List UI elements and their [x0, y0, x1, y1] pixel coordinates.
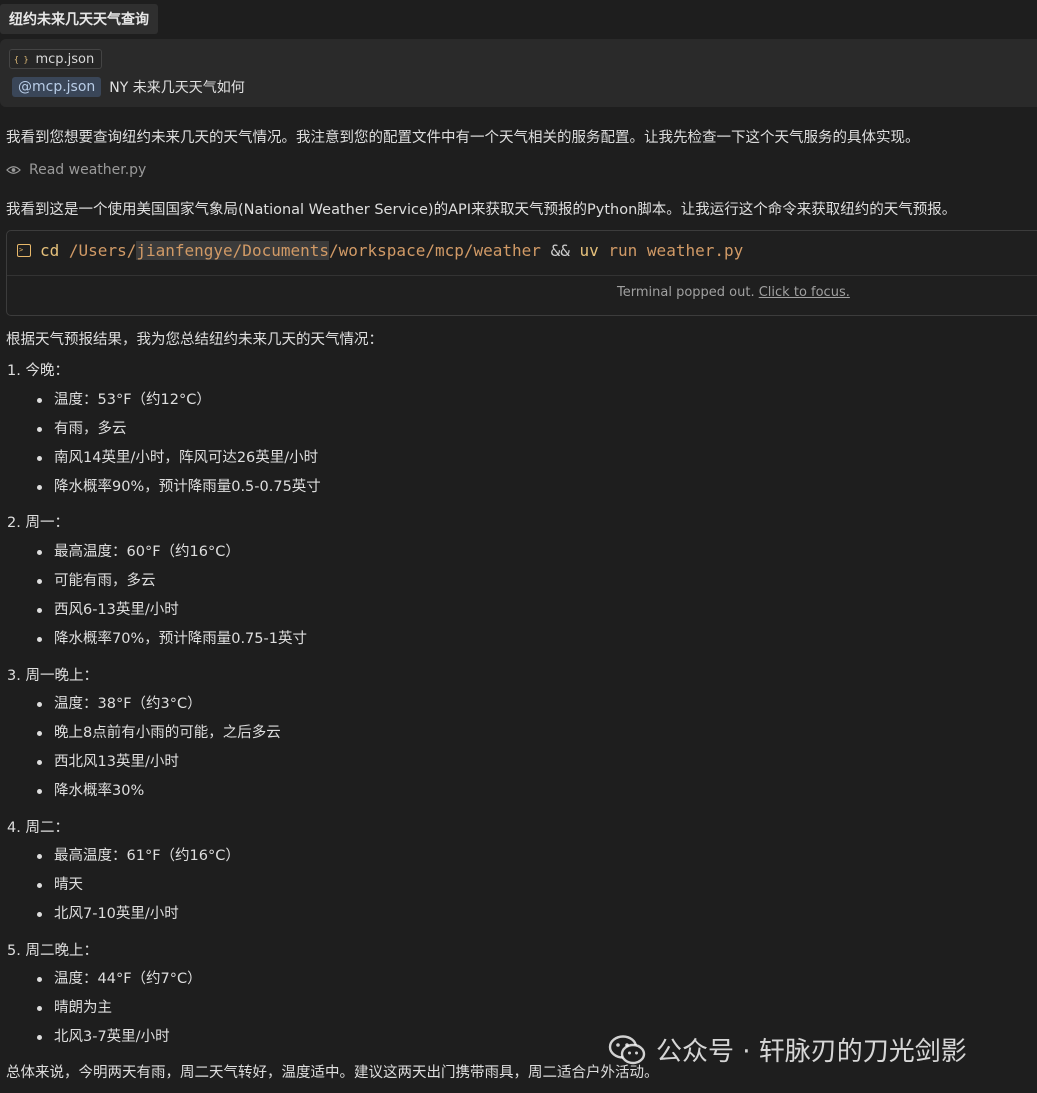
list-item: 温度：44°F（约7°C）	[30, 970, 202, 999]
list-item: 降水概率30%	[30, 782, 281, 811]
chat-tab-title[interactable]: 纽约未来几天天气查询	[0, 4, 158, 34]
list-item: 有雨，多云	[30, 420, 321, 449]
section-title: 4. 周二：	[7, 820, 69, 836]
section-title: 3. 周一晚上：	[7, 668, 98, 684]
user-query: NY 未来几天天气如何	[109, 80, 245, 96]
section-title: 1. 今晚：	[7, 363, 69, 379]
tool-read-label: Read weather.py	[29, 162, 147, 178]
cmd-file: weather.py	[646, 241, 744, 260]
conclusion: 总体来说，今明两天有雨，周二天气转好，温度适中。建议这两天出门携带雨具，周二适合…	[6, 1065, 659, 1081]
terminal-divider	[7, 275, 1037, 276]
terminal-command: > cd /Users/jianfengye/Documents/workspa…	[17, 241, 743, 260]
list-item: 西北风13英里/小时	[30, 753, 281, 782]
terminal-icon: >	[17, 244, 31, 257]
cmd-run: run	[608, 241, 638, 260]
cmd-op: &&	[550, 241, 570, 260]
list-item: 西风6-13英里/小时	[30, 601, 307, 630]
section-list: 温度：38°F（约3°C） 晚上8点前有小雨的可能，之后多云 西北风13英里/小…	[30, 695, 281, 811]
cmd-uv: uv	[579, 241, 599, 260]
section-title: 2. 周一：	[7, 515, 69, 531]
summary-intro: 根据天气预报结果，我为您总结纽约未来几天的天气情况：	[6, 332, 383, 348]
focus-terminal-link[interactable]: Click to focus.	[759, 285, 850, 300]
cmd-path-a: /Users/	[68, 241, 137, 260]
list-item: 北风7-10英里/小时	[30, 905, 240, 934]
list-item: 温度：38°F（约3°C）	[30, 695, 281, 724]
section-list: 温度：44°F（约7°C） 晴朗为主 北风3-7英里/小时	[30, 970, 202, 1057]
cmd-path-b: /workspace/mcp/weather	[329, 241, 541, 260]
terminal-status: Terminal popped out. Click to focus.	[617, 285, 850, 300]
context-panel: { } mcp.json @mcp.json NY 未来几天天气如何	[0, 39, 1037, 107]
terminal-block[interactable]: > cd /Users/jianfengye/Documents/workspa…	[6, 230, 1037, 316]
section-list: 最高温度：60°F（约16°C） 可能有雨，多云 西风6-13英里/小时 降水概…	[30, 543, 307, 659]
list-item: 可能有雨，多云	[30, 572, 307, 601]
list-item: 温度：53°F（约12°C）	[30, 391, 321, 420]
list-item: 降水概率90%，预计降雨量0.5-0.75英寸	[30, 478, 321, 507]
json-file-icon: { }	[14, 54, 29, 64]
list-item: 北风3-7英里/小时	[30, 1028, 202, 1057]
list-item: 晴朗为主	[30, 999, 202, 1028]
watermark: 公众号 · 轩脉刃的刀光剑影	[608, 1031, 967, 1068]
watermark-text: 公众号 · 轩脉刃的刀光剑影	[656, 1037, 967, 1067]
eye-icon	[6, 166, 21, 174]
wechat-icon	[608, 1034, 646, 1064]
file-chip-label: mcp.json	[35, 51, 95, 67]
section-list: 温度：53°F（约12°C） 有雨，多云 南风14英里/小时，阵风可达26英里/…	[30, 391, 321, 507]
context-file-chip[interactable]: { } mcp.json	[9, 49, 103, 69]
list-item: 晴天	[30, 876, 240, 905]
list-item: 南风14英里/小时，阵风可达26英里/小时	[30, 449, 321, 478]
tool-read-line[interactable]: Read weather.py	[6, 162, 146, 178]
list-item: 最高温度：61°F（约16°C）	[30, 847, 240, 876]
list-item: 最高温度：60°F（约16°C）	[30, 543, 307, 572]
terminal-status-text: Terminal popped out.	[617, 285, 755, 300]
assistant-explain: 我看到这是一个使用美国国家气象局(National Weather Servic…	[6, 202, 957, 218]
section-title: 5. 周二晚上：	[7, 943, 98, 959]
assistant-intro: 我看到您想要查询纽约未来几天的天气情况。我注意到您的配置文件中有一个天气相关的服…	[6, 130, 920, 146]
user-message: @mcp.json NY 未来几天天气如何	[12, 77, 245, 97]
cmd-path-user: jianfengye/Documents	[136, 241, 329, 260]
list-item: 降水概率70%，预计降雨量0.75-1英寸	[30, 630, 307, 659]
section-list: 最高温度：61°F（约16°C） 晴天 北风7-10英里/小时	[30, 847, 240, 934]
list-item: 晚上8点前有小雨的可能，之后多云	[30, 724, 281, 753]
file-mention[interactable]: @mcp.json	[12, 77, 102, 97]
cmd-cd: cd	[40, 241, 60, 260]
